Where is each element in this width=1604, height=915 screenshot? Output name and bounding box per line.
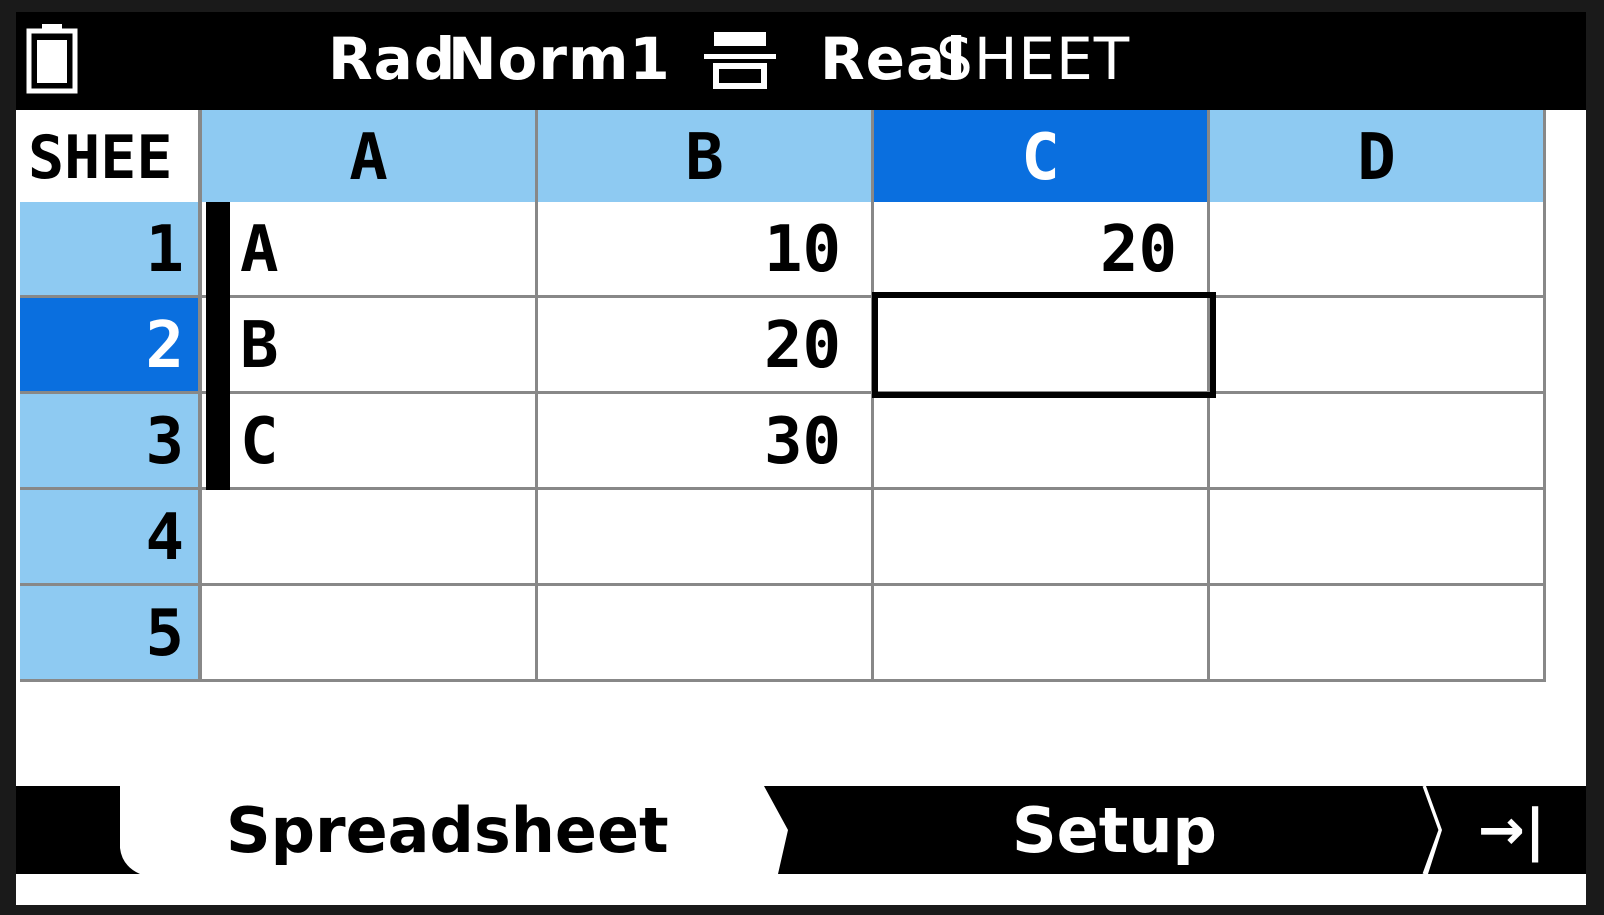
fraction-format-icon (704, 32, 776, 89)
cell-a3[interactable]: C (202, 394, 538, 490)
cell-d4[interactable] (1210, 490, 1546, 586)
row-header-3[interactable]: 3 (20, 394, 202, 490)
app-mode-indicator: SHEET (936, 25, 1131, 93)
column-header-a[interactable]: A (202, 110, 538, 202)
cell-a1-value: A (240, 213, 279, 287)
cell-b1[interactable]: 10 (538, 202, 874, 298)
cell-d3[interactable] (1210, 394, 1546, 490)
cell-b3[interactable]: 30 (538, 394, 874, 490)
cell-c3[interactable] (874, 394, 1210, 490)
row-header-2[interactable]: 2 (20, 298, 202, 394)
cell-a2-value: B (240, 309, 279, 383)
row-header-5[interactable]: 5 (20, 586, 202, 682)
cell-cursor (872, 292, 1216, 398)
setup-tab[interactable]: Setup (1012, 792, 1217, 870)
cell-b2[interactable]: 20 (538, 298, 874, 394)
cell-b5[interactable] (538, 586, 874, 682)
column-header-c[interactable]: C (874, 110, 1210, 202)
row-header-4[interactable]: 4 (20, 490, 202, 586)
text-cell-marker (206, 202, 230, 298)
cell-a2[interactable]: B (202, 298, 538, 394)
next-page-icon[interactable]: →| (1478, 796, 1545, 866)
cell-d1[interactable] (1210, 202, 1546, 298)
spreadsheet-tab[interactable]: Spreadsheet (226, 792, 669, 870)
cell-a1[interactable]: A (202, 202, 538, 298)
angle-unit-indicator: Rad (328, 25, 457, 93)
battery-icon (26, 24, 78, 94)
cell-a5[interactable] (202, 586, 538, 682)
cell-b4[interactable] (538, 490, 874, 586)
row-header-1[interactable]: 1 (20, 202, 202, 298)
text-cell-marker (206, 298, 230, 394)
text-cell-marker (206, 394, 230, 490)
cell-c1[interactable]: 20 (874, 202, 1210, 298)
column-header-b[interactable]: B (538, 110, 874, 202)
cell-a3-value: C (240, 405, 279, 479)
softkey-bar: Spreadsheet Setup →| (16, 786, 1586, 876)
column-header-d[interactable]: D (1210, 110, 1546, 202)
cell-d5[interactable] (1210, 586, 1546, 682)
cell-c4[interactable] (874, 490, 1210, 586)
cell-d2[interactable] (1210, 298, 1546, 394)
display-format-indicator: Norm1 (448, 25, 671, 93)
status-bar: Rad Norm1 Real SHEET (16, 12, 1586, 110)
cell-a4[interactable] (202, 490, 538, 586)
sheet-name-label: SHEE (20, 110, 202, 202)
cell-c5[interactable] (874, 586, 1210, 682)
